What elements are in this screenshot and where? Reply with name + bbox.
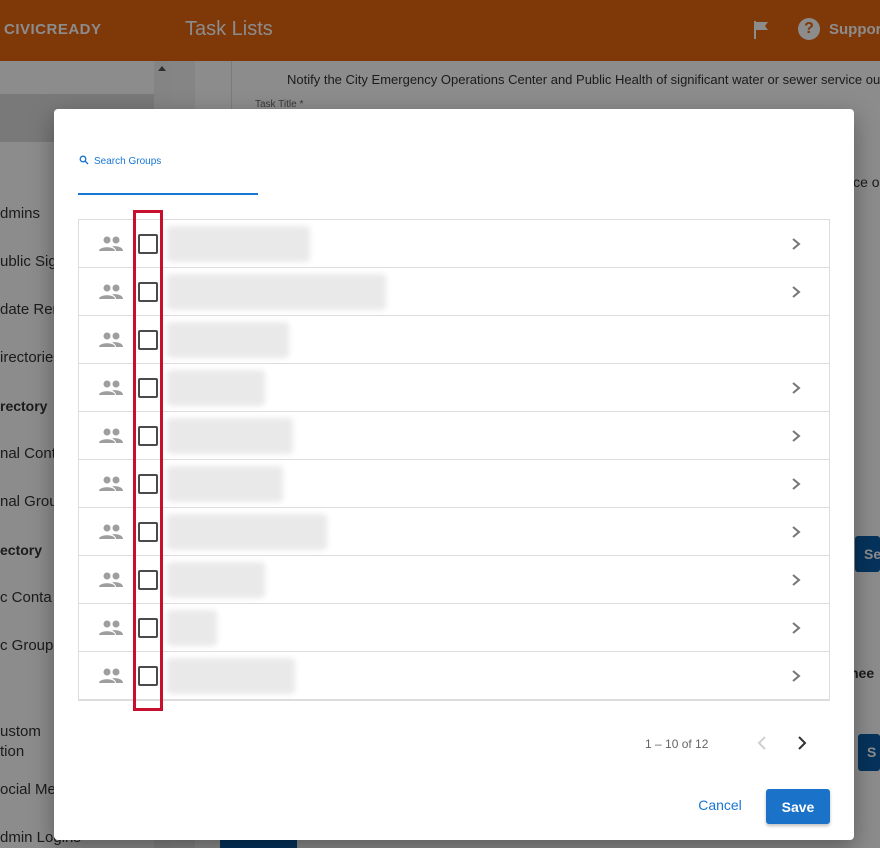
checkbox-column-highlight [133,210,163,711]
chevron-right-icon[interactable] [791,525,801,539]
chevron-right-icon[interactable] [791,381,801,395]
people-icon [99,332,123,347]
people-icon [99,476,123,491]
chevron-right-icon[interactable] [791,237,801,251]
group-row[interactable] [79,268,829,316]
group-row[interactable] [79,604,829,652]
people-icon [99,524,123,539]
group-name [167,322,289,358]
people-icon [99,236,123,251]
group-row[interactable] [79,460,829,508]
group-row[interactable] [79,412,829,460]
group-name [167,370,265,406]
chevron-right-icon[interactable] [794,734,810,752]
people-icon [99,380,123,395]
group-name [167,226,310,262]
chevron-right-icon[interactable] [791,285,801,299]
group-row[interactable] [79,652,829,700]
group-row[interactable] [79,220,829,268]
group-row[interactable] [79,556,829,604]
people-icon [99,572,123,587]
group-list [78,219,830,701]
chevron-right-icon[interactable] [791,477,801,491]
group-name [167,418,293,454]
search-input[interactable] [94,153,254,169]
save-button[interactable]: Save [766,789,830,824]
chevron-right-icon[interactable] [791,573,801,587]
chevron-right-icon[interactable] [791,621,801,635]
people-icon [99,668,123,683]
people-icon [99,620,123,635]
pagination-range: 1 – 10 of 12 [645,737,709,751]
search-field[interactable] [78,153,258,195]
people-icon [99,428,123,443]
chevron-left-icon[interactable] [754,734,770,752]
group-row[interactable] [79,508,829,556]
chevron-right-icon[interactable] [791,669,801,683]
group-row[interactable] [79,364,829,412]
people-icon [99,284,123,299]
chevron-right-icon[interactable] [791,429,801,443]
group-name [167,562,265,598]
group-name [167,274,386,310]
group-name [167,610,217,646]
search-icon [79,155,89,165]
group-name [167,658,295,694]
select-groups-dialog: 1 – 10 of 12 Cancel Save [54,109,854,840]
group-name [167,514,327,550]
group-row[interactable] [79,316,829,364]
cancel-button[interactable]: Cancel [688,789,752,821]
group-name [167,466,283,502]
